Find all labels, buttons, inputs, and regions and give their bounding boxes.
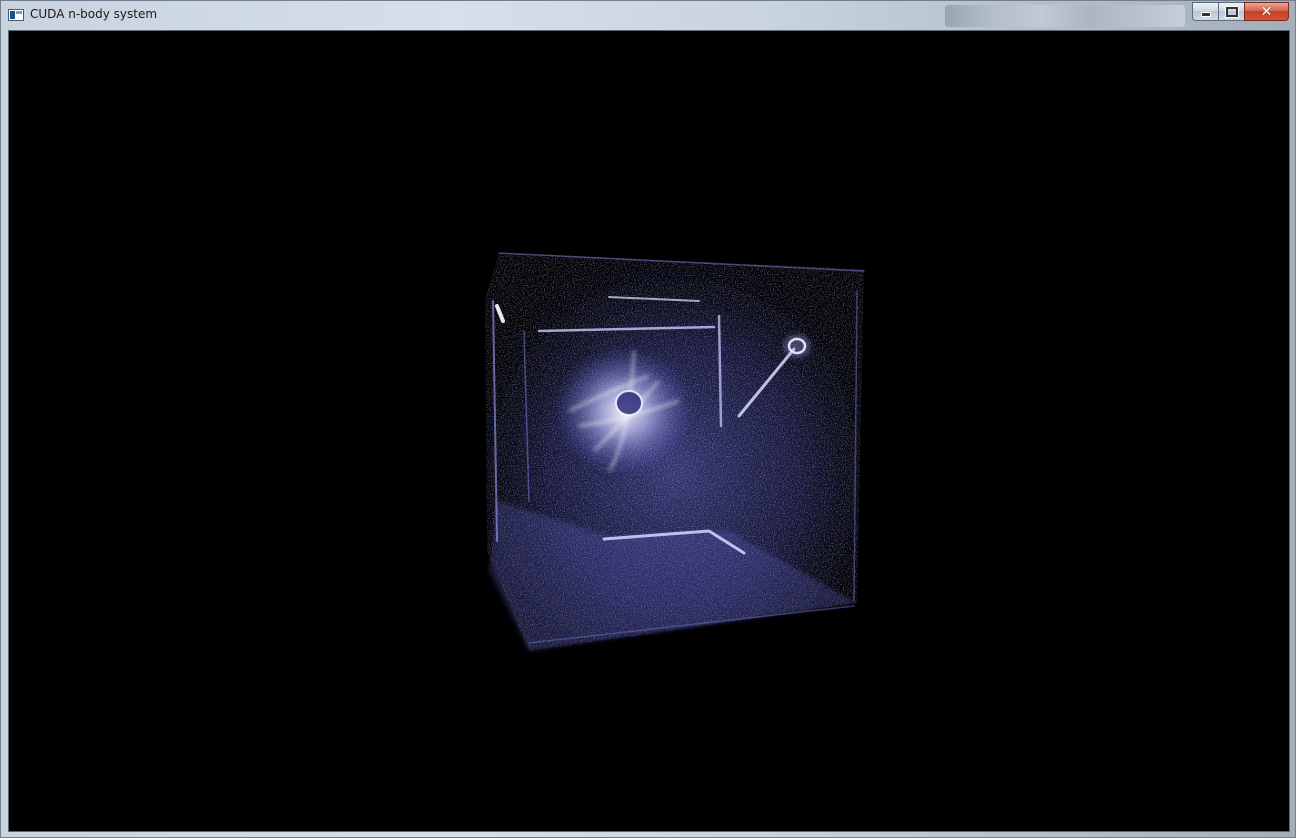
title-bar[interactable]: CUDA n-body system ✕ xyxy=(1,1,1295,29)
minimize-icon xyxy=(1200,12,1211,17)
app-window: CUDA n-body system ✕ xyxy=(0,0,1296,838)
central-cluster xyxy=(554,346,694,476)
close-button[interactable]: ✕ xyxy=(1244,2,1289,21)
window-title: CUDA n-body system xyxy=(30,7,158,21)
maximize-button[interactable] xyxy=(1218,2,1244,21)
window-app-icon[interactable] xyxy=(8,9,24,21)
simulation-viewport[interactable] xyxy=(8,30,1290,832)
close-icon: ✕ xyxy=(1260,3,1273,20)
caption-buttons: ✕ xyxy=(1192,2,1289,21)
maximize-icon xyxy=(1224,5,1239,18)
nbody-render xyxy=(485,252,865,651)
minimize-button[interactable] xyxy=(1192,2,1218,21)
title-bar-background xyxy=(945,5,1185,27)
